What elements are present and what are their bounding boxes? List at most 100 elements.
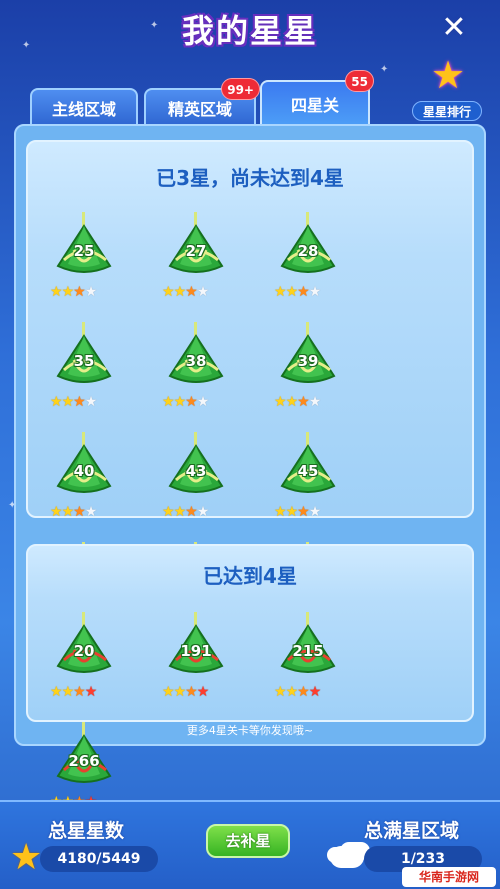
star-icon: ★ bbox=[73, 504, 86, 520]
star-rating: ★★★★ bbox=[274, 504, 344, 520]
star-rating: ★★★★ bbox=[274, 684, 344, 700]
level-number: 40 bbox=[73, 462, 95, 480]
level-tile[interactable]: 38 ★★★★ bbox=[140, 322, 252, 432]
star-icon: ★ bbox=[84, 284, 98, 300]
star-rating: ★★★★ bbox=[274, 284, 344, 300]
star-icon: ★ bbox=[73, 684, 86, 700]
content-panel: 已3星，尚未达到4星 25 ★★★★ 27 ★★★★ 28 ★★★★ 35 ★★★★ 38 ★★★… bbox=[14, 124, 486, 810]
page-title: 我的星星 bbox=[181, 12, 318, 50]
star-icon: ★ bbox=[50, 504, 63, 520]
star-rating: ★★★★ bbox=[50, 684, 120, 700]
star-icon: ★ bbox=[297, 284, 310, 300]
star-icon: ★ bbox=[61, 394, 75, 410]
close-button[interactable]: ✕ bbox=[436, 10, 472, 46]
level-number: 28 bbox=[297, 242, 319, 260]
level-tile[interactable]: 215 ★★★★ bbox=[252, 612, 364, 722]
incomplete-title: 已3星，尚未达到4星 bbox=[156, 166, 344, 190]
star-icon: ★ bbox=[274, 504, 287, 520]
level-number: 25 bbox=[73, 242, 95, 260]
total-stars-label: 总星星数 bbox=[48, 820, 125, 842]
star-rating: ★★★★ bbox=[274, 394, 344, 410]
incomplete-levels-card: 已3星，尚未达到4星 25 ★★★★ 27 ★★★★ 28 ★★★★ 35 ★★★★ 38 ★★★… bbox=[26, 140, 474, 630]
watermark: 华南手游网 bbox=[402, 867, 496, 887]
star-icon: ★ bbox=[274, 684, 287, 700]
star-icon: ★ bbox=[84, 394, 98, 410]
level-number: 191 bbox=[180, 642, 212, 660]
star-icon: ★ bbox=[196, 284, 210, 300]
level-number: 35 bbox=[73, 352, 95, 370]
level-tile[interactable]: 43 ★★★★ bbox=[140, 432, 252, 542]
star-icon: ★ bbox=[285, 684, 299, 700]
star-icon: ★ bbox=[162, 284, 175, 300]
refill-stars-button[interactable]: 去补星 bbox=[206, 824, 290, 858]
star-icon: ★ bbox=[84, 504, 98, 520]
tab-bar: 主线区域 精英区域 99+ 四星关 55 bbox=[30, 70, 380, 128]
tab-elite-area[interactable]: 精英区域 99+ bbox=[144, 78, 260, 128]
level-tile[interactable]: 35 ★★★★ bbox=[28, 322, 140, 432]
level-number: 266 bbox=[68, 752, 100, 770]
level-number: 45 bbox=[297, 462, 319, 480]
tab-main-area[interactable]: 主线区域 bbox=[30, 88, 138, 128]
star-rating: ★★★★ bbox=[162, 684, 232, 700]
complete-levels-card: 已达到4星 20★★★★191★★★★215★★★★266★★★★ bbox=[26, 544, 474, 810]
level-number: 215 bbox=[292, 642, 324, 660]
star-rating: ★★★★ bbox=[50, 284, 120, 300]
cloud-icon bbox=[330, 846, 364, 868]
star-icon: ★ bbox=[196, 684, 210, 700]
level-tile[interactable]: 39 ★★★★ bbox=[252, 322, 364, 432]
level-tile[interactable]: 40 ★★★★ bbox=[28, 432, 140, 542]
star-icon: ★ bbox=[430, 53, 466, 97]
level-number: 43 bbox=[185, 462, 207, 480]
star-icon: ★ bbox=[61, 284, 75, 300]
star-icon: ★ bbox=[173, 394, 187, 410]
star-icon: ★ bbox=[73, 394, 86, 410]
star-icon: ★ bbox=[297, 394, 310, 410]
star-icon: ★ bbox=[285, 284, 299, 300]
star-icon: ★ bbox=[173, 284, 187, 300]
star-rating: ★★★★ bbox=[162, 394, 232, 410]
bottom-bar: 总星星数 ★ 4180/5449 去补星 总满星区域 1/233 华南手游网 bbox=[0, 800, 500, 889]
level-number: 39 bbox=[297, 352, 319, 370]
star-icon: ★ bbox=[173, 504, 187, 520]
star-icon: ★ bbox=[297, 504, 310, 520]
star-rating: ★★★★ bbox=[162, 284, 232, 300]
star-icon: ★ bbox=[10, 837, 43, 878]
level-tile[interactable]: 27 ★★★★ bbox=[140, 212, 252, 322]
total-stars-value: 4180/5449 bbox=[40, 846, 158, 872]
level-tile[interactable]: 25 ★★★★ bbox=[28, 212, 140, 322]
star-icon: ★ bbox=[50, 684, 63, 700]
star-rating: ★★★★ bbox=[162, 504, 232, 520]
level-tile[interactable]: 45 ★★★★ bbox=[252, 432, 364, 542]
star-icon: ★ bbox=[84, 684, 98, 700]
star-icon: ★ bbox=[185, 394, 198, 410]
star-icon: ★ bbox=[61, 684, 75, 700]
star-ranking-button[interactable]: ★ 星星排行 bbox=[412, 55, 482, 121]
star-icon: ★ bbox=[185, 504, 198, 520]
star-icon: ★ bbox=[274, 394, 287, 410]
level-tile[interactable]: 191 ★★★★ bbox=[140, 612, 252, 722]
star-icon: ★ bbox=[162, 684, 175, 700]
footnote: 更多4星关卡等你发现哦~ bbox=[186, 724, 314, 737]
star-icon: ★ bbox=[285, 504, 299, 520]
tab-four-star[interactable]: 四星关 55 bbox=[260, 70, 374, 128]
star-icon: ★ bbox=[308, 284, 322, 300]
tab-label: 四星关 bbox=[290, 96, 339, 115]
star-rating: ★★★★ bbox=[50, 504, 120, 520]
star-icon: ★ bbox=[274, 284, 287, 300]
star-icon: ★ bbox=[196, 394, 210, 410]
level-tile[interactable]: 28 ★★★★ bbox=[252, 212, 364, 322]
level-tile[interactable]: 20 ★★★★ bbox=[28, 612, 140, 722]
star-icon: ★ bbox=[308, 504, 322, 520]
star-icon: ★ bbox=[50, 394, 63, 410]
star-icon: ★ bbox=[297, 684, 310, 700]
full-star-area-label: 总满星区域 bbox=[364, 820, 460, 842]
star-rating: ★★★★ bbox=[50, 394, 120, 410]
star-icon: ★ bbox=[196, 504, 210, 520]
star-icon: ★ bbox=[308, 394, 322, 410]
star-icon: ★ bbox=[73, 284, 86, 300]
close-icon: ✕ bbox=[441, 10, 467, 45]
star-icon: ★ bbox=[308, 684, 322, 700]
complete-title: 已达到4星 bbox=[203, 564, 297, 588]
star-icon: ★ bbox=[61, 504, 75, 520]
tab-badge: 55 bbox=[345, 70, 374, 92]
